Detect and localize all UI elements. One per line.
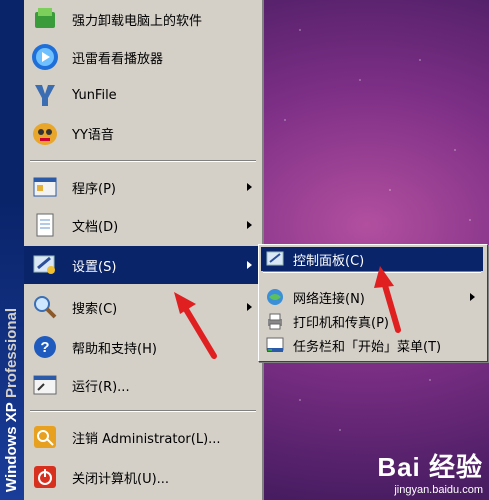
- menu-item-label: 文档(D): [72, 219, 119, 235]
- submenu-arrow-icon: [247, 183, 252, 191]
- pinned-item-label: YY语音: [72, 127, 114, 143]
- pinned-item-xunlei-player[interactable]: 迅雷看看播放器: [24, 38, 262, 76]
- submenu-item-network[interactable]: 网络连接(N): [261, 285, 483, 309]
- run-icon: [30, 370, 60, 400]
- menu-item-shutdown[interactable]: 关闭计算机(U)...: [24, 458, 262, 496]
- menu-item-settings[interactable]: 设置(S): [24, 246, 262, 284]
- network-icon: [265, 287, 285, 307]
- submenu-arrow-icon: [247, 303, 252, 311]
- search-icon: [30, 292, 60, 322]
- pinned-item-label: 迅雷看看播放器: [72, 51, 164, 67]
- watermark-logo: Bai 经验: [377, 452, 483, 482]
- menu-item-label: 运行(R)...: [72, 379, 130, 395]
- start-menu: Windows XP Professional 强力卸载电脑上的软件 迅雷看看播…: [0, 0, 264, 500]
- menu-item-logoff[interactable]: 注销 Administrator(L)...: [24, 418, 262, 456]
- menu-item-label: 关闭计算机(U)...: [72, 471, 170, 487]
- shutdown-icon: [30, 462, 60, 492]
- baidu-jingyan-watermark: Bai 经验 jingyan.baidu.com: [377, 447, 483, 496]
- pinned-item-yunfile[interactable]: YunFile: [24, 76, 262, 114]
- settings-icon: [30, 250, 60, 280]
- settings-submenu: 控制面板(C) 网络连接(N) 打印机和传真(P) 任务栏和「开始」菜单(T): [258, 244, 488, 362]
- yunfile-icon: [30, 80, 60, 110]
- programs-icon: [30, 172, 60, 202]
- submenu-item-label: 任务栏和「开始」菜单(T): [293, 339, 442, 355]
- yy-voice-icon: [30, 118, 60, 148]
- taskbar-icon: [265, 335, 285, 355]
- pinned-item-uninstall[interactable]: 强力卸载电脑上的软件: [24, 0, 262, 38]
- menu-item-programs[interactable]: 程序(P): [24, 168, 262, 206]
- menu-item-run[interactable]: 运行(R)...: [24, 366, 262, 404]
- documents-icon: [30, 210, 60, 240]
- watermark-url: jingyan.baidu.com: [394, 484, 483, 496]
- menu-item-help[interactable]: ? 帮助和支持(H): [24, 328, 262, 366]
- menu-item-label: 搜索(C): [72, 301, 118, 317]
- windows-xp-sidebar: Windows XP Professional: [0, 0, 24, 500]
- menu-item-label: 帮助和支持(H): [72, 341, 157, 357]
- svg-text:?: ?: [40, 339, 49, 356]
- uninstall-icon: [30, 4, 60, 34]
- control-panel-icon: [265, 249, 285, 269]
- submenu-item-label: 控制面板(C): [293, 253, 365, 269]
- pinned-item-label: 强力卸载电脑上的软件: [72, 13, 203, 29]
- submenu-item-control-panel[interactable]: 控制面板(C): [261, 247, 483, 271]
- menu-item-label: 程序(P): [72, 181, 116, 197]
- help-icon: ?: [30, 332, 60, 362]
- menu-separator: [30, 160, 256, 162]
- printer-icon: [265, 311, 285, 331]
- submenu-arrow-icon: [470, 293, 475, 301]
- xunlei-player-icon: [30, 42, 60, 72]
- menu-item-documents[interactable]: 文档(D): [24, 206, 262, 244]
- sidebar-edition-text: Professional: [3, 307, 20, 398]
- pinned-item-label: YunFile: [72, 87, 117, 103]
- logoff-icon: [30, 422, 60, 452]
- menu-item-label: 设置(S): [72, 259, 117, 275]
- submenu-item-label: 打印机和传真(P): [293, 315, 389, 331]
- submenu-arrow-icon: [247, 221, 252, 229]
- sidebar-brand-text: Windows XP: [3, 402, 20, 492]
- menu-item-search[interactable]: 搜索(C): [24, 288, 262, 326]
- submenu-item-label: 网络连接(N): [293, 291, 365, 307]
- submenu-arrow-icon: [247, 261, 252, 269]
- pinned-item-yy-voice[interactable]: YY语音: [24, 114, 262, 152]
- submenu-separator: [263, 271, 481, 273]
- submenu-item-printers[interactable]: 打印机和传真(P): [261, 309, 483, 333]
- menu-item-label: 注销 Administrator(L)...: [72, 431, 221, 447]
- menu-separator: [30, 410, 256, 412]
- submenu-item-taskbar[interactable]: 任务栏和「开始」菜单(T): [261, 333, 483, 357]
